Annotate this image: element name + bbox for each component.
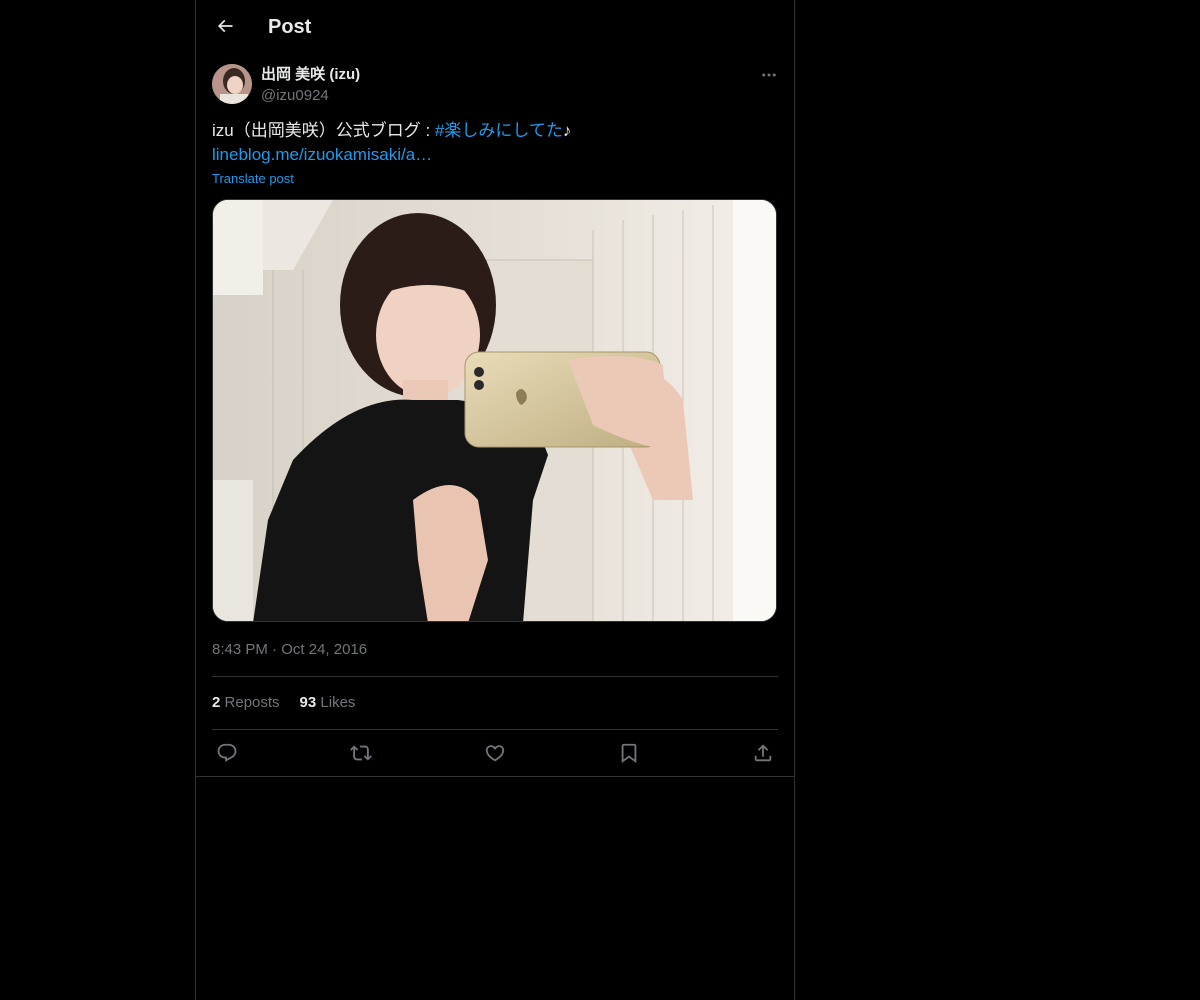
post-column: Post 出岡 美咲 (izu) @izu0924 izu（出岡美咲）公式ブログ… — [195, 0, 795, 1000]
divider — [212, 676, 778, 677]
timestamp-separator: · — [272, 641, 278, 658]
back-button[interactable] — [208, 9, 242, 43]
post-stats: 2 Reposts 93 Likes — [212, 693, 355, 713]
post-header: Post — [196, 0, 794, 53]
more-horizontal-icon — [762, 73, 776, 77]
divider — [212, 729, 778, 730]
likes-label: Likes — [320, 694, 356, 711]
reposts-count: 2 — [212, 694, 221, 711]
post-actions — [212, 738, 778, 768]
page-title: Post — [268, 16, 312, 38]
post-bottom-border — [196, 776, 794, 777]
translate-post-button[interactable]: Translate post — [212, 171, 294, 187]
post-timestamp[interactable]: 8:43 PM · Oct 24, 2016 — [212, 640, 367, 660]
like-button[interactable] — [480, 738, 510, 768]
post-image[interactable] — [212, 199, 777, 622]
author-handle[interactable]: @izu0924 — [261, 86, 329, 106]
avatar[interactable] — [212, 64, 252, 104]
post-date: Oct 24, 2016 — [281, 641, 368, 658]
post-text-prefix: izu（出岡美咲）公式ブログ : — [212, 121, 435, 140]
reply-button[interactable] — [212, 738, 242, 768]
likes-stat[interactable]: 93 Likes — [300, 693, 356, 713]
share-button[interactable] — [748, 738, 778, 768]
post-text-suffix: ♪ — [562, 121, 572, 140]
bookmark-icon — [621, 743, 637, 764]
reposts-label: Reposts — [224, 694, 280, 711]
reply-icon — [217, 743, 237, 762]
external-link[interactable]: lineblog.me/izuokamisaki/a… — [212, 145, 432, 164]
avatar-image — [212, 64, 252, 104]
repost-button[interactable] — [346, 738, 376, 768]
hashtag-link[interactable]: #楽しみにしてた — [435, 121, 563, 140]
reposts-stat[interactable]: 2 Reposts — [212, 693, 280, 713]
author-display-name[interactable]: 出岡 美咲 (izu) — [261, 65, 360, 85]
heart-icon — [485, 745, 505, 762]
more-options-button[interactable] — [756, 62, 782, 88]
post-text: izu（出岡美咲）公式ブログ : #楽しみにしてた♪ lineblog.me/i… — [212, 119, 778, 167]
share-icon — [754, 744, 772, 762]
repost-icon — [350, 745, 372, 761]
bookmark-button[interactable] — [614, 738, 644, 768]
arrow-left-icon — [217, 19, 233, 33]
post-time: 8:43 PM — [212, 641, 268, 658]
mirror-selfie-photo — [213, 200, 776, 621]
likes-count: 93 — [299, 694, 317, 711]
